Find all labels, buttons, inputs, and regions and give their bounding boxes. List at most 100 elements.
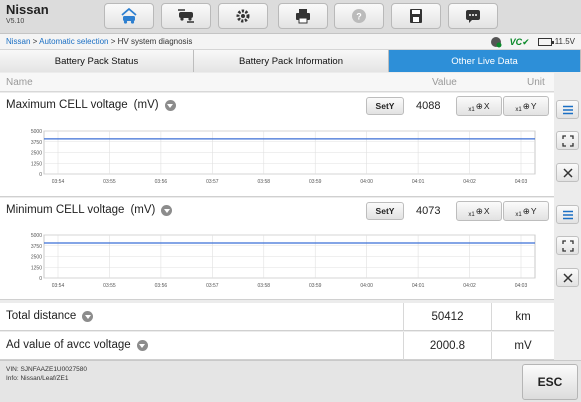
- fullscreen-icon: [561, 239, 574, 252]
- column-header: Name Value Unit: [0, 73, 554, 92]
- breadcrumb-separator: >: [30, 37, 40, 46]
- menu-icon: [562, 210, 573, 219]
- tab-bar: Battery Pack Status Battery Pack Informa…: [0, 50, 581, 72]
- fullscreen-button[interactable]: [556, 131, 579, 150]
- x-tick-label: 03:58: [258, 179, 271, 185]
- x-tick-label: 04:01: [412, 179, 425, 185]
- x-tick-label: 03:59: [309, 283, 322, 289]
- menu-button[interactable]: [556, 205, 579, 224]
- zoom-y-button[interactable]: x1 ⊕ Y: [503, 96, 549, 116]
- print-icon: [296, 9, 310, 24]
- chart-title: Maximum CELL voltage (mV): [6, 99, 176, 111]
- x-tick-label: 03:54: [52, 179, 65, 185]
- table-row[interactable]: Total distance 50412 km: [0, 303, 554, 331]
- y-tick-label: 0: [39, 276, 42, 282]
- zoom-x-button[interactable]: x1 ⊕ X: [456, 201, 502, 221]
- vehicle-info: VIN: SJNFAAZE1U0027580 Info: Nissan/Leaf…: [6, 365, 87, 383]
- tab-other-live-data[interactable]: Other Live Data: [389, 50, 581, 72]
- row-value: 50412: [403, 303, 491, 331]
- top-toolbar: Nissan V5.10 ?: [0, 0, 581, 34]
- min-cell-voltage-chart: 5000 3750 2500 1250 0 03:54 03:55 03:56 03:57 03:…: [31, 233, 536, 289]
- brand: Nissan V5.10: [6, 3, 49, 27]
- tab-battery-pack-information[interactable]: Battery Pack Information: [194, 50, 389, 72]
- live-value: 4088: [416, 100, 441, 112]
- breadcrumb-bar: Nissan > Automatic selection > HV system…: [0, 34, 581, 50]
- y-tick-label: 1250: [31, 161, 42, 167]
- x-tick-label: 04:03: [515, 283, 528, 289]
- battery-icon: [537, 38, 554, 46]
- y-tick-label: 2500: [31, 255, 42, 261]
- network-globe-icon: [490, 37, 502, 48]
- close-icon: [562, 167, 573, 178]
- sety-button[interactable]: SetY: [366, 202, 404, 220]
- row-value: 2000.8: [403, 332, 491, 360]
- fullscreen-icon: [561, 134, 574, 147]
- print-button[interactable]: [278, 3, 328, 29]
- app-version: V5.10: [6, 18, 25, 25]
- battery-voltage: 11.5V: [537, 34, 575, 50]
- max-cell-voltage-chart: 5000 3750 2500 1250 0 03:54 03:55 03:56 03:57 03:…: [31, 129, 536, 185]
- header-name: Name: [6, 77, 33, 88]
- vehicle-swap-icon: [178, 9, 194, 23]
- help-button[interactable]: ?: [334, 3, 384, 29]
- dropdown-icon[interactable]: [82, 310, 94, 322]
- y-tick-label: 3750: [31, 140, 42, 146]
- vci-status: VC✔: [509, 37, 530, 47]
- x-tick-label: 04:01: [412, 283, 425, 289]
- x-tick-label: 03:57: [206, 179, 219, 185]
- menu-button[interactable]: [556, 100, 579, 119]
- x-tick-label: 03:57: [206, 283, 219, 289]
- settings-button[interactable]: [218, 3, 268, 29]
- tab-battery-pack-status[interactable]: Battery Pack Status: [0, 50, 194, 72]
- home-button[interactable]: [104, 3, 154, 29]
- header-value: Value: [432, 77, 457, 88]
- x-tick-label: 04:02: [463, 179, 476, 185]
- x-tick-label: 03:54: [52, 283, 65, 289]
- x-tick-label: 04:00: [360, 283, 373, 289]
- dropdown-icon[interactable]: [161, 204, 173, 216]
- zoom-y-button[interactable]: x1 ⊕ Y: [503, 201, 549, 221]
- zoom-x-button[interactable]: x1 ⊕ X: [456, 96, 502, 116]
- row-name: Ad value of avcc voltage: [6, 339, 131, 351]
- breadcrumb: Nissan > Automatic selection > HV system…: [6, 34, 192, 50]
- header-unit: Unit: [527, 77, 545, 88]
- dropdown-icon[interactable]: [164, 99, 176, 111]
- chart-block-max-cell-voltage: Maximum CELL voltage (mV) SetY 4088 x1 ⊕ X …: [0, 93, 554, 197]
- svg-text:?: ?: [356, 12, 362, 22]
- row-name: Total distance: [6, 310, 77, 322]
- message-button[interactable]: [448, 3, 498, 29]
- chart-title: Minimum CELL voltage (mV): [6, 204, 173, 216]
- close-chart-button[interactable]: [556, 268, 579, 287]
- close-icon: [562, 272, 573, 283]
- x-tick-label: 04:03: [515, 179, 528, 185]
- close-chart-button[interactable]: [556, 163, 579, 182]
- row-unit: mV: [491, 332, 554, 360]
- x-tick-label: 04:02: [463, 283, 476, 289]
- help-icon: ?: [352, 9, 366, 23]
- x-tick-label: 03:55: [103, 283, 116, 289]
- fullscreen-button[interactable]: [556, 236, 579, 255]
- breadcrumb-automatic-selection[interactable]: Automatic selection: [39, 37, 108, 46]
- save-button[interactable]: [391, 3, 441, 29]
- breadcrumb-current: > HV system diagnosis: [108, 37, 193, 46]
- vci-check-icon: ✔: [522, 37, 530, 47]
- vehicle-swap-button[interactable]: [161, 3, 211, 29]
- zoom-in-icon: ⊕: [475, 205, 483, 216]
- y-tick-label: 5000: [31, 233, 42, 239]
- esc-button[interactable]: ESC: [522, 364, 578, 400]
- settings-icon: [236, 9, 250, 23]
- zoom-in-icon: ⊕: [475, 100, 483, 111]
- y-tick-label: 5000: [31, 129, 42, 135]
- sety-button[interactable]: SetY: [366, 97, 404, 115]
- home-car-icon: [121, 7, 137, 24]
- menu-icon: [562, 105, 573, 114]
- chart-block-min-cell-voltage: Minimum CELL voltage (mV) SetY 4073 x1 ⊕ X …: [0, 198, 554, 300]
- vin-text: VIN: SJNFAAZE1U0027580: [6, 366, 87, 373]
- breadcrumb-nissan[interactable]: Nissan: [6, 37, 30, 46]
- app-name: Nissan: [6, 2, 49, 17]
- table-row[interactable]: Ad value of avcc voltage 2000.8 mV: [0, 332, 554, 360]
- y-tick-label: 1250: [31, 265, 42, 271]
- zoom-in-icon: ⊕: [522, 205, 530, 216]
- x-tick-label: 03:55: [103, 179, 116, 185]
- dropdown-icon[interactable]: [136, 339, 148, 351]
